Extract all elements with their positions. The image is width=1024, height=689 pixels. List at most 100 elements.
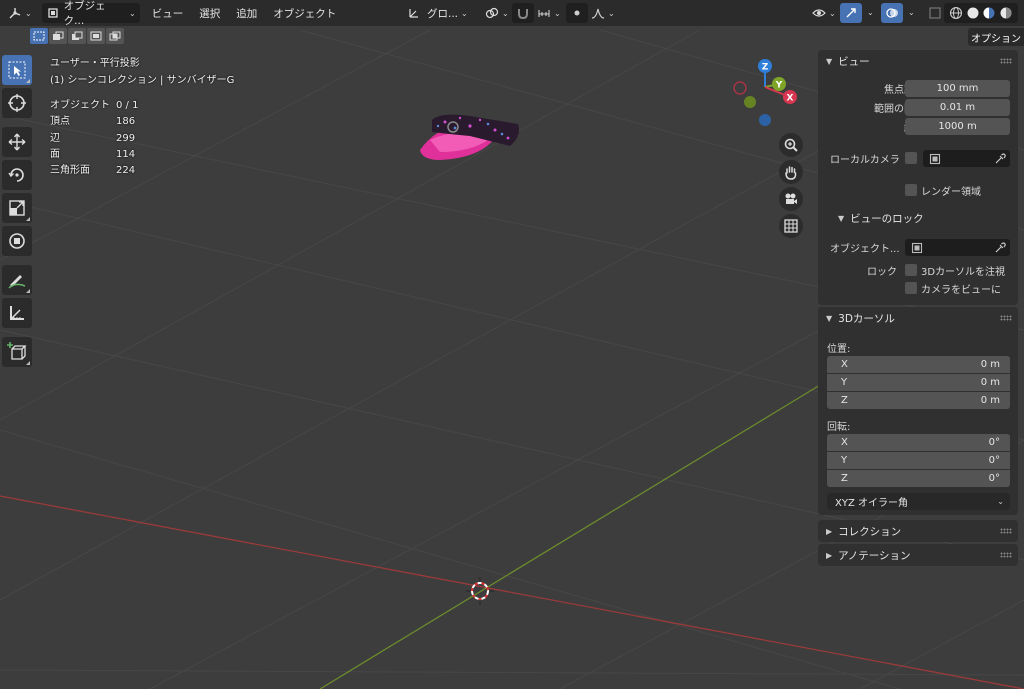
view-panel-header[interactable]: ▼ ビュー	[818, 50, 1018, 72]
rendered-shading-icon[interactable]	[999, 6, 1013, 20]
chevron-down-icon: ▼	[838, 213, 845, 223]
clip-end-field[interactable]: 1000 m	[905, 118, 1010, 135]
header-menus: ビュー 選択 追加 オブジェクト	[144, 6, 345, 21]
overlays-toggle[interactable]	[881, 3, 903, 23]
camera-to-view-checkbox[interactable]	[905, 282, 917, 294]
render-region-checkbox[interactable]	[905, 184, 917, 196]
stat-row: 三角形面 224	[50, 163, 138, 179]
select-invert-button[interactable]	[87, 28, 105, 44]
cursor-rotation-x[interactable]: X 0°	[827, 434, 1010, 451]
chevron-down-icon[interactable]: ⌄	[867, 8, 874, 17]
tool-select-box[interactable]	[2, 55, 32, 85]
transform-orientation-dropdown[interactable]: グロ... ⌄	[403, 3, 475, 23]
chevron-down-icon[interactable]: ⌄	[908, 8, 915, 17]
select-new-button[interactable]	[30, 28, 48, 44]
stat-row: 面 114	[50, 147, 138, 163]
wireframe-shading-icon[interactable]	[949, 6, 963, 20]
eyedropper-icon[interactable]	[994, 241, 1006, 254]
visibility-dropdown[interactable]: ⌄	[808, 3, 840, 23]
pivot-point-dropdown[interactable]: ⌄	[481, 3, 513, 23]
axis-label: Z	[841, 395, 848, 406]
cursor-rotation-z[interactable]: Z 0°	[827, 470, 1010, 487]
select-subtract-icon	[72, 31, 83, 40]
gizmo-x-label: X	[787, 94, 794, 104]
tool-annotate[interactable]	[2, 265, 32, 295]
menu-object[interactable]: オブジェクト	[265, 6, 344, 21]
view-name: ユーザー・平行投影	[50, 58, 140, 69]
pivot-icon	[485, 7, 499, 19]
ortho-toggle-button[interactable]	[779, 214, 803, 238]
lock-object-picker[interactable]	[905, 239, 1010, 256]
chevron-down-icon: ⌄	[502, 8, 509, 18]
editor-type-button[interactable]: ⌄	[4, 3, 36, 23]
collection-panel-header[interactable]: ▶ コレクション	[818, 520, 1018, 542]
select-new-icon	[33, 31, 45, 41]
tool-measure[interactable]	[2, 298, 32, 328]
stat-label: 面	[50, 148, 60, 160]
3d-cursor-panel-header[interactable]: ▼ 3Dカーソル	[818, 307, 1018, 329]
select-intersect-button[interactable]	[106, 28, 124, 44]
clip-start-field[interactable]: 0.01 m	[905, 99, 1010, 116]
pan-button[interactable]	[779, 160, 803, 184]
axis-value: 0°	[988, 473, 1000, 484]
axis-value: 0 m	[980, 395, 1000, 406]
lock-label: ロック	[867, 267, 897, 278]
chevron-right-icon: ▶	[826, 526, 833, 536]
cursor-location-y[interactable]: Y 0 m	[827, 374, 1010, 391]
stat-label: 頂点	[50, 116, 70, 128]
lock-to-cursor-label: 3Dカーソルを注視	[921, 267, 1006, 278]
drag-grip-icon[interactable]	[1000, 58, 1012, 64]
collection-panel: ▶ コレクション	[818, 520, 1018, 542]
eye-icon	[812, 9, 826, 17]
stat-row: 辺 299	[50, 131, 138, 147]
tool-scale[interactable]	[2, 193, 32, 223]
navigation-gizmo[interactable]: Z Y X	[728, 56, 808, 132]
drag-grip-icon[interactable]	[1000, 315, 1012, 321]
drag-grip-icon[interactable]	[1000, 528, 1012, 534]
snap-target-dropdown[interactable]: ⌄	[533, 3, 565, 23]
camera-icon	[785, 193, 797, 204]
chevron-down-icon: ⌄	[461, 8, 468, 18]
xray-icon	[929, 7, 941, 19]
zoom-button[interactable]	[779, 133, 803, 157]
rotation-mode-dropdown[interactable]: XYZ オイラー角 ⌄	[827, 493, 1010, 510]
gizmo-neg-y	[744, 96, 756, 108]
camera-view-button[interactable]	[779, 187, 803, 211]
local-camera-checkbox[interactable]	[905, 152, 917, 164]
cursor-location-x[interactable]: X 0 m	[827, 356, 1010, 373]
mode-dropdown[interactable]: オブジェク... ⌄	[41, 0, 140, 27]
drag-grip-icon[interactable]	[1000, 552, 1012, 558]
view-lock-subpanel-header[interactable]: ▼ ビューのロック	[838, 208, 924, 228]
material-shading-icon[interactable]	[982, 6, 996, 20]
stat-value: 0 / 1	[116, 100, 139, 111]
tool-move[interactable]	[2, 127, 32, 157]
cursor-location-z[interactable]: Z 0 m	[827, 392, 1010, 409]
viewport-header: ⌄ オブジェク... ⌄ ビュー 選択 追加 オブジェクト グロ... ⌄ ⌄ …	[0, 0, 1024, 27]
menu-view[interactable]: ビュー	[144, 6, 192, 21]
lock-to-cursor-checkbox[interactable]	[905, 264, 917, 276]
falloff-dropdown[interactable]: ⌄	[587, 3, 619, 23]
eyedropper-icon[interactable]	[994, 152, 1006, 165]
xray-toggle[interactable]	[924, 3, 946, 23]
cursor-rotation-y[interactable]: Y 0°	[827, 452, 1010, 469]
3d-cursor-panel: ▼ 3Dカーソル 位置: X0 m Y0 m Z0 m 回転: X 0° Y 0° …	[818, 307, 1018, 515]
snap-toggle[interactable]	[512, 3, 534, 23]
tool-add-cube[interactable]	[2, 337, 32, 367]
gizmo-toggle[interactable]	[840, 3, 862, 23]
solid-shading-icon[interactable]	[966, 6, 980, 20]
tool-rotate[interactable]	[2, 160, 32, 190]
tool-cursor[interactable]	[2, 88, 32, 118]
sidebar-tab-options[interactable]: オプション	[968, 28, 1024, 46]
menu-add[interactable]: 追加	[228, 6, 265, 21]
select-extend-button[interactable]	[49, 28, 67, 44]
proportional-edit-toggle[interactable]	[566, 3, 588, 23]
y-axis-line	[319, 384, 821, 689]
menu-select[interactable]: 選択	[191, 6, 228, 21]
select-subtract-button[interactable]	[68, 28, 86, 44]
stat-label: 辺	[50, 132, 60, 144]
annotation-panel-header[interactable]: ▶ アノテーション	[818, 544, 1018, 566]
tool-transform[interactable]	[2, 226, 32, 256]
axis-value: 0 m	[980, 377, 1000, 388]
local-camera-picker[interactable]	[923, 150, 1010, 167]
focal-length-field[interactable]: 100 mm	[905, 80, 1010, 97]
